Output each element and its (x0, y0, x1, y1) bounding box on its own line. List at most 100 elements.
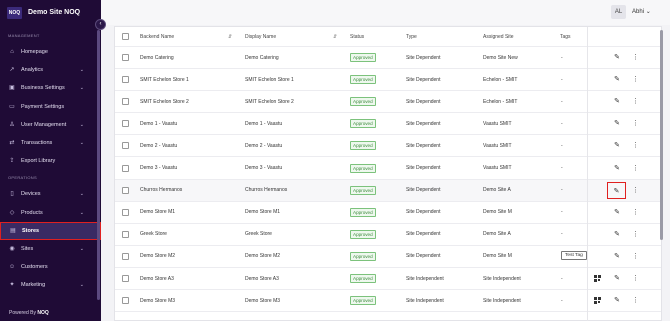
type-cell: Site Dependent (406, 120, 441, 127)
qr-code-icon[interactable] (594, 297, 601, 305)
more-options-icon[interactable]: ⋮ (632, 141, 639, 151)
sidebar-item-devices[interactable]: ▯ Devices ⌄ (0, 185, 101, 203)
row-checkbox[interactable] (122, 297, 129, 305)
sidebar-item-business-settings[interactable]: ▣ Business Settings ⌄ (0, 79, 101, 97)
header-backend-name[interactable]: Backend Name (140, 27, 174, 46)
row-checkbox[interactable] (122, 186, 129, 194)
backend-name-cell: Demo Store A3 (140, 275, 174, 282)
edit-icon[interactable]: ✎ (612, 75, 622, 85)
sidebar-item-homepage[interactable]: ⌂ Homepage (0, 43, 101, 61)
sidebar-item-user-management[interactable]: ♙ User Management ⌄ (0, 116, 101, 134)
more-options-icon[interactable]: ⋮ (632, 230, 639, 240)
edit-icon[interactable]: ✎ (612, 97, 622, 107)
row-checkbox[interactable] (122, 208, 129, 216)
chevron-left-icon: ‹ (99, 21, 102, 27)
table-row[interactable]: Demo Store M2 Demo Store M2 Site Dependent… (115, 246, 661, 268)
sidebar-item-export-library[interactable]: ⇪ Export Library (0, 152, 101, 170)
row-checkbox[interactable] (122, 142, 129, 150)
table-row[interactable]: Demo 2 - Vaastu Demo 2 - Vaastu Site Depen… (115, 135, 661, 158)
device-icon: ▯ (10, 191, 14, 198)
row-checkbox[interactable] (122, 98, 129, 106)
table-row[interactable]: Churros Hermanos Churros Hermanos Site Dep… (115, 179, 661, 202)
stores-table: Backend Name ⇵ Display Name ⇵ Status Typ… (114, 26, 662, 321)
chevron-down-icon: ⌄ (79, 67, 84, 74)
edit-icon[interactable]: ✎ (612, 164, 622, 174)
table-row[interactable]: Demo 3 - Vaastu Demo 3 - Vaastu Site Depen… (115, 158, 661, 180)
row-checkbox[interactable] (122, 230, 129, 238)
more-options-icon[interactable]: ⋮ (632, 296, 639, 306)
assigned-site-cell: Vaastu SMIT (483, 165, 512, 171)
status-cell: Approved (350, 180, 376, 201)
row-checkbox[interactable] (122, 275, 129, 282)
status-cell: Approved (350, 47, 376, 68)
more-options-icon[interactable]: ⋮ (632, 274, 639, 284)
sidebar-item-payment-settings[interactable]: ▭ Payment Settings (0, 98, 101, 116)
row-checkbox[interactable] (122, 164, 129, 172)
edit-icon[interactable]: ✎ (607, 181, 626, 199)
sidebar-scrollbar[interactable] (97, 30, 100, 300)
backend-name-cell: Demo Store M2 (140, 253, 176, 260)
status-badge: Approved (350, 207, 376, 217)
more-options-icon[interactable]: ⋮ (632, 97, 639, 107)
site-name[interactable]: Demo Site NOQ (28, 9, 80, 16)
edit-icon[interactable]: ✎ (612, 208, 622, 218)
sidebar-item-marketing[interactable]: ✦ Marketing ⌄ (0, 276, 101, 294)
header-type: Type (406, 33, 417, 40)
sidebar-item-products[interactable]: ◇ Products ⌄ (0, 204, 101, 222)
more-options-icon[interactable]: ⋮ (632, 208, 639, 218)
sidebar-item-stores[interactable]: ▤ Stores (0, 221, 101, 240)
sidebar: NOQ Demo Site NOQ MANAGEMENT ⌂ Homepage ↗ A… (0, 0, 101, 321)
table-scrollbar[interactable] (660, 30, 663, 240)
sidebar-item-customers[interactable]: ☺ Customers (0, 258, 101, 276)
header-assigned-site: Assigned Site (483, 33, 514, 40)
tags-cell: - (561, 187, 563, 194)
edit-icon[interactable]: ✎ (612, 119, 622, 129)
tag-icon: ◇ (9, 209, 15, 216)
more-options-icon[interactable]: ⋮ (632, 75, 639, 85)
table-row[interactable]: Greek Store Greek Store Site Dependent Demo… (115, 224, 661, 246)
more-options-icon[interactable]: ⋮ (632, 164, 639, 174)
row-checkbox[interactable] (122, 76, 129, 84)
type-cell: Site Dependent (406, 76, 441, 83)
edit-icon[interactable]: ✎ (612, 252, 622, 262)
more-options-icon[interactable]: ⋮ (632, 53, 639, 63)
row-checkbox[interactable] (122, 252, 129, 260)
edit-icon[interactable]: ✎ (612, 296, 622, 306)
sidebar-item-transactions[interactable]: ⇄ Transactions ⌄ (0, 134, 101, 152)
more-options-icon[interactable]: ⋮ (632, 186, 639, 196)
sort-icon[interactable]: ⇵ (228, 34, 232, 40)
collapse-sidebar-button[interactable]: ‹ (95, 19, 106, 30)
edit-icon[interactable]: ✎ (612, 53, 622, 63)
type-cell: Site Independent (406, 275, 444, 282)
more-options-icon[interactable]: ⋮ (632, 119, 639, 129)
sidebar-item-label: Business Settings (21, 85, 65, 92)
table-row[interactable]: Demo Store M1 Demo Store M1 Site Dependent… (115, 202, 661, 224)
table-row[interactable]: Demo 1 - Vaastu Demo 1 - Vaastu Site Depen… (115, 113, 661, 136)
display-name-cell: Demo Store A3 (245, 275, 279, 282)
sidebar-item-analytics[interactable]: ↗ Analytics ⌄ (0, 61, 101, 79)
select-all-checkbox[interactable] (122, 33, 129, 40)
row-checkbox[interactable] (122, 120, 129, 128)
edit-icon[interactable]: ✎ (612, 274, 622, 284)
sort-icon[interactable]: ⇵ (333, 34, 337, 40)
user-menu[interactable]: Abhi ⌄ (632, 8, 651, 15)
table-row[interactable]: SMIT Echelon Store 1 SMIT Echelon Store 1… (115, 69, 661, 92)
avatar[interactable]: AL (611, 5, 626, 19)
table-row[interactable]: Demo Catering Demo Catering Site Dependent… (115, 47, 661, 69)
sidebar-item-sites[interactable]: ◉ Sites ⌄ (0, 240, 101, 258)
more-options-icon[interactable]: ⋮ (632, 252, 639, 262)
table-row[interactable]: SMIT Echelon Store 2 SMIT Echelon Store 2… (115, 91, 661, 114)
qr-code-icon[interactable] (594, 275, 601, 282)
row-checkbox[interactable] (122, 54, 129, 61)
sidebar-item-label: Transactions (21, 140, 53, 147)
sidebar-item-label: Export Library (21, 158, 56, 165)
header-display-name[interactable]: Display Name (245, 27, 276, 46)
table-row[interactable]: Demo Store A3 Demo Store A3 Site Independe… (115, 268, 661, 290)
tags-cell: - (561, 120, 563, 127)
sidebar-item-label: Sites (21, 245, 34, 252)
status-cell: Approved (350, 202, 376, 223)
edit-icon[interactable]: ✎ (612, 141, 622, 151)
table-row[interactable]: Demo Store M3 Demo Store M3 Site Independe… (115, 290, 661, 313)
edit-icon[interactable]: ✎ (612, 230, 622, 240)
assigned-site-cell: Demo Site A (483, 187, 511, 194)
